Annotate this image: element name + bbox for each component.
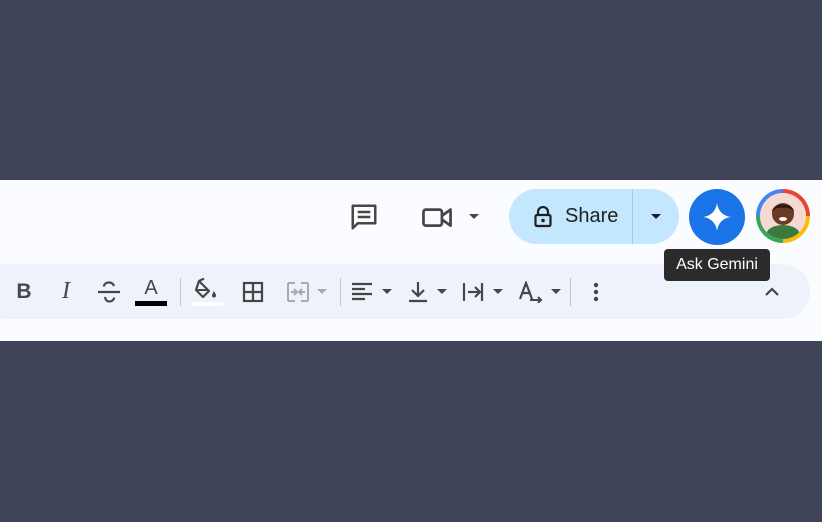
toolbar-separator [340,278,341,306]
toolbar-separator [570,278,571,306]
caret-down-icon [651,213,661,219]
fill-color-swatch [191,301,223,306]
share-label: Share [565,205,619,227]
app-header-strip: Share Ask Gemini B I A [0,180,822,341]
lock-icon [534,205,552,227]
text-color-button[interactable]: A [134,264,168,319]
gemini-sparkle-icon [703,203,731,231]
comment-history-button[interactable] [344,202,384,232]
italic-icon: I [62,278,70,304]
strikethrough-icon [98,280,120,303]
share-dropdown-button[interactable] [633,189,679,244]
text-color-icon: A [144,276,158,299]
avatar [760,193,806,239]
text-wrapping-icon [462,282,484,301]
strikethrough-button[interactable] [94,264,124,319]
fill-color-icon [194,277,216,298]
caret-down-icon [382,288,392,294]
caret-down-icon [469,214,479,219]
text-wrapping-button[interactable] [461,264,505,319]
merge-cells-button[interactable] [282,264,332,319]
caret-down-icon [493,288,503,294]
text-color-swatch [135,300,167,306]
horizontal-align-button[interactable] [350,264,394,319]
caret-down-icon [317,288,327,294]
more-options-button[interactable] [584,264,608,319]
meet-button[interactable] [418,202,484,232]
more-vert-icon [593,282,599,301]
text-rotation-button[interactable] [517,264,563,319]
collapse-icon [765,286,779,296]
merge-cells-icon [287,281,309,302]
fill-color-button[interactable] [190,264,224,319]
ask-gemini-button[interactable] [689,189,745,245]
share-button[interactable]: Share [509,189,632,244]
comment-icon [351,204,377,230]
borders-icon [242,281,264,302]
bold-button[interactable]: B [12,264,36,319]
share-button-group: Share [509,189,679,244]
caret-down-icon [551,288,561,294]
video-camera-icon [422,208,452,227]
caret-down-icon [437,288,447,294]
borders-button[interactable] [238,264,268,319]
bold-icon: B [16,279,32,303]
vertical-align-button[interactable] [406,264,450,319]
italic-button[interactable]: I [54,264,78,319]
ask-gemini-tooltip: Ask Gemini [664,249,770,281]
toolbar-separator [180,278,181,306]
account-avatar[interactable] [756,189,810,243]
horizontal-align-icon [352,282,372,300]
vertical-align-icon [409,281,427,302]
text-rotation-icon [518,280,543,303]
